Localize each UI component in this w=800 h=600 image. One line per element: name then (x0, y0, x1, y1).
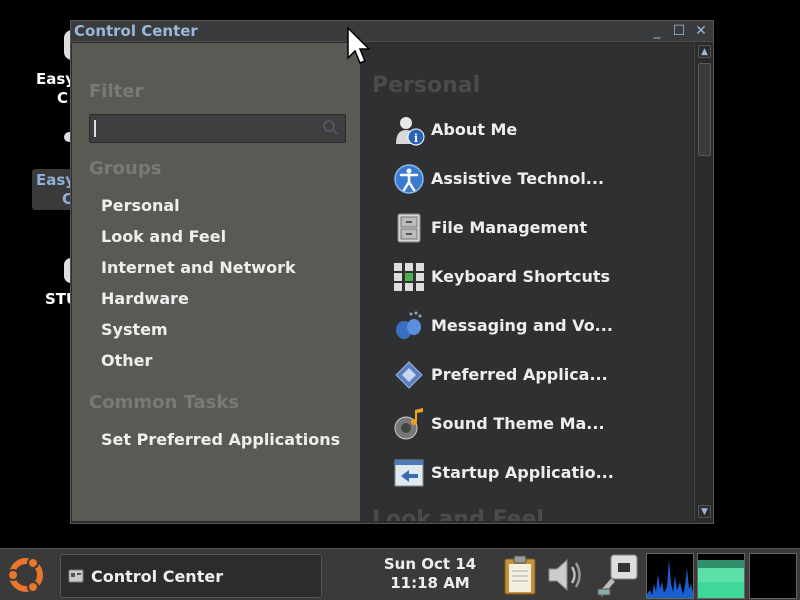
taskbar-button-control-center[interactable]: Control Center (60, 554, 322, 598)
group-other[interactable]: Other (101, 351, 152, 370)
search-icon (323, 120, 338, 135)
left-pane: Filter Groups Personal Look and Feel Int… (72, 43, 360, 521)
startup-icon (394, 459, 424, 487)
item-sound-theme-manager[interactable]: Sound Theme Ma... (393, 407, 683, 441)
group-hardware[interactable]: Hardware (101, 289, 189, 308)
control-center-window: Control Center _ ☐ ✕ Filter Groups Perso… (70, 20, 714, 524)
group-system[interactable]: System (101, 320, 168, 339)
taskbar-button-label: Control Center (91, 567, 224, 586)
group-personal[interactable]: Personal (101, 196, 180, 215)
item-label: Messaging and Vo... (431, 316, 613, 335)
category-heading-personal: Personal (372, 73, 481, 98)
right-pane: Personal i About Me Assistive Technol... (361, 43, 693, 521)
window-titlebar[interactable]: Control Center _ ☐ ✕ (71, 21, 713, 42)
vertical-scrollbar[interactable]: ▲ ▼ (694, 43, 713, 521)
scrollbar-thumb[interactable] (698, 63, 711, 156)
item-label: Sound Theme Ma... (431, 414, 605, 433)
minimize-button[interactable]: _ (649, 23, 665, 39)
scroll-up-arrow[interactable]: ▲ (698, 45, 711, 58)
task-set-preferred-applications[interactable]: Set Preferred Applications (101, 430, 340, 449)
category-heading-look-and-feel: Look and Feel (372, 507, 544, 521)
memory-graph (698, 560, 744, 598)
item-keyboard-shortcuts[interactable]: Keyboard Shortcuts (393, 260, 683, 294)
control-center-icon (68, 569, 84, 583)
keyboard-icon (394, 263, 424, 291)
item-label: Preferred Applica... (431, 365, 608, 384)
ubuntu-menu-icon[interactable] (2, 552, 50, 598)
item-file-management[interactable]: File Management (393, 211, 683, 245)
maximize-button[interactable]: ☐ (671, 23, 687, 39)
item-label: Assistive Technol... (431, 169, 605, 188)
taskbar: Control Center Sun Oct 14 11:18 AM (0, 548, 800, 600)
item-startup-applications[interactable]: Startup Applicatio... (393, 456, 683, 490)
messaging-icon (396, 311, 422, 339)
network-monitor[interactable] (749, 553, 797, 599)
item-about-me[interactable]: i About Me (393, 113, 683, 147)
cpu-graph (647, 559, 693, 598)
filter-heading: Filter (89, 81, 144, 102)
group-internet-and-network[interactable]: Internet and Network (101, 258, 296, 277)
network-icon[interactable] (597, 553, 641, 597)
cpu-monitor[interactable] (646, 553, 694, 599)
scroll-down-arrow[interactable]: ▼ (698, 505, 711, 518)
volume-icon[interactable] (545, 555, 587, 595)
item-preferred-applications[interactable]: Preferred Applica... (393, 358, 683, 392)
search-input[interactable] (89, 114, 346, 143)
item-label: Keyboard Shortcuts (431, 267, 611, 286)
memory-monitor[interactable] (697, 553, 745, 599)
window-title: Control Center (74, 22, 198, 40)
preferred-apps-icon (395, 361, 423, 389)
close-button[interactable]: ✕ (693, 23, 709, 39)
item-label: Startup Applicatio... (431, 463, 614, 482)
common-tasks-heading: Common Tasks (89, 392, 240, 413)
item-messaging-and-voip[interactable]: Messaging and Vo... (393, 309, 683, 343)
clock-time: 11:18 AM (390, 574, 470, 592)
mouse-pointer-icon (347, 26, 370, 64)
svg-text:i: i (414, 132, 418, 145)
text-caret (94, 120, 96, 137)
desktop-icon-1-label-2: C (57, 89, 69, 107)
clock[interactable]: Sun Oct 14 11:18 AM (372, 555, 488, 593)
clipboard-icon[interactable] (502, 554, 538, 596)
item-assistive-technologies[interactable]: Assistive Technol... (393, 162, 683, 196)
groups-heading: Groups (89, 158, 162, 179)
group-look-and-feel[interactable]: Look and Feel (101, 227, 226, 246)
sound-theme-icon (394, 408, 423, 440)
item-label: File Management (431, 218, 588, 237)
accessibility-icon (394, 164, 424, 194)
user-info-icon: i (396, 117, 425, 146)
file-cabinet-icon (397, 213, 421, 243)
clock-date: Sun Oct 14 (383, 555, 477, 573)
item-label: About Me (431, 120, 518, 139)
